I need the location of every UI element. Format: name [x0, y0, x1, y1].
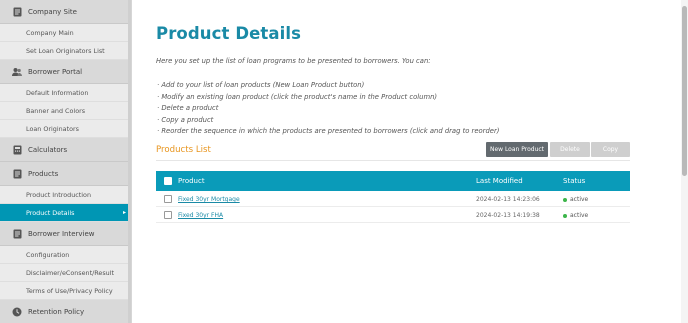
column-header-status[interactable]: Status — [563, 177, 585, 185]
status-dot-icon — [563, 197, 567, 202]
instruction-item: · Delete a product — [157, 104, 219, 113]
column-header-last-modified[interactable]: Last Modified — [476, 177, 523, 185]
sidebar-section-calculators[interactable]: Calculators — [0, 138, 131, 162]
sidebar-section-label: Borrower Interview — [28, 229, 95, 238]
status-cell: active — [563, 196, 588, 203]
sidebar-item-company-main[interactable]: Company Main — [0, 24, 131, 42]
sidebar-section-company-site[interactable]: Company Site — [0, 0, 131, 24]
main-content: Product Details Here you set up the list… — [132, 0, 688, 323]
sidebar-section-retention-policy[interactable]: Retention Policy — [0, 300, 131, 323]
sidebar-scrollbar[interactable] — [128, 0, 131, 323]
table-row[interactable]: Fixed 30yr Mortgage 2024-02-13 14:23:06 … — [156, 192, 630, 207]
sidebar-item-banner-and-colors[interactable]: Banner and Colors — [0, 102, 131, 120]
sidebar-section-label: Retention Policy — [28, 307, 85, 316]
sidebar-item-label: Product Introduction — [26, 190, 91, 199]
sidebar-item-disclaimer[interactable]: Disclaimer/eConsent/Result — [0, 264, 131, 282]
document-icon — [12, 7, 22, 17]
sidebar-item-product-details[interactable]: Product Details ▸ — [0, 204, 131, 222]
calculator-icon — [12, 145, 22, 155]
instruction-item: · Add to your list of loan products (New… — [157, 81, 365, 89]
clock-icon — [12, 307, 22, 317]
row-checkbox[interactable] — [164, 195, 172, 203]
product-name-link[interactable]: Fixed 30yr Mortgage — [178, 196, 240, 203]
sidebar-item-label: Terms of Use/Privacy Policy — [26, 286, 113, 295]
scrollbar-thumb[interactable] — [682, 6, 687, 176]
delete-button[interactable]: Delete — [550, 142, 590, 157]
status-text: active — [570, 212, 589, 219]
status-cell: active — [563, 212, 588, 219]
sidebar-section-borrower-interview[interactable]: Borrower Interview — [0, 222, 131, 246]
chevron-right-icon: ▸ — [122, 209, 126, 216]
sidebar-item-terms-of-use[interactable]: Terms of Use/Privacy Policy — [0, 282, 131, 300]
sidebar-section-label: Calculators — [28, 145, 68, 154]
sidebar-item-label: Set Loan Originators List — [26, 46, 105, 55]
intro-text: Here you set up the list of loan program… — [156, 57, 431, 65]
instruction-item: · Modify an existing loan product (click… — [157, 92, 438, 101]
users-icon — [12, 67, 22, 77]
sidebar: Company Site Company Main Set Loan Origi… — [0, 0, 132, 323]
products-list-title: Products List — [156, 145, 211, 155]
sidebar-item-configuration[interactable]: Configuration — [0, 246, 131, 264]
sidebar-item-label: Disclaimer/eConsent/Result — [26, 268, 115, 277]
last-modified-cell: 2024-02-13 14:23:06 — [476, 196, 540, 203]
sidebar-item-label: Company Main — [26, 28, 74, 37]
sidebar-section-borrower-portal[interactable]: Borrower Portal — [0, 60, 131, 84]
sidebar-section-label: Company Site — [28, 7, 77, 16]
copy-button[interactable]: Copy — [591, 142, 630, 157]
sidebar-item-label: Loan Originators — [26, 124, 79, 133]
sidebar-item-default-information[interactable]: Default Information — [0, 84, 131, 102]
row-checkbox[interactable] — [164, 211, 172, 219]
status-text: active — [570, 196, 589, 203]
sidebar-item-set-loan-originators-list[interactable]: Set Loan Originators List — [0, 42, 131, 60]
product-name-link[interactable]: Fixed 30yr FHA — [178, 212, 223, 219]
new-loan-product-button[interactable]: New Loan Product — [486, 142, 548, 157]
page-title: Product Details — [156, 24, 302, 43]
sidebar-item-label: Default Information — [26, 88, 89, 97]
sidebar-item-label: Configuration — [26, 250, 70, 259]
sidebar-item-loan-originators[interactable]: Loan Originators — [0, 120, 131, 138]
table-row[interactable]: Fixed 30yr FHA 2024-02-13 14:19:38 activ… — [156, 208, 630, 223]
sidebar-section-products[interactable]: Products — [0, 162, 131, 186]
divider — [156, 160, 630, 161]
last-modified-cell: 2024-02-13 14:19:38 — [476, 212, 540, 219]
instruction-item: · Copy a product — [157, 115, 214, 124]
table-header: Product Last Modified Status — [156, 171, 630, 191]
select-all-checkbox[interactable] — [164, 177, 172, 185]
page-scrollbar[interactable] — [681, 0, 688, 323]
status-dot-icon — [563, 213, 567, 218]
sidebar-item-label: Banner and Colors — [26, 106, 86, 115]
sidebar-section-label: Borrower Portal — [28, 67, 83, 76]
sidebar-item-label: Product Details — [26, 208, 75, 217]
sidebar-item-product-introduction[interactable]: Product Introduction — [0, 186, 131, 204]
document-icon — [12, 229, 22, 239]
column-header-product[interactable]: Product — [178, 177, 205, 185]
instruction-list: · Add to your list of loan products (New… — [157, 80, 499, 138]
sidebar-section-label: Products — [28, 169, 59, 178]
instruction-item: · Reorder the sequence in which the prod… — [157, 127, 500, 136]
document-icon — [12, 169, 22, 179]
